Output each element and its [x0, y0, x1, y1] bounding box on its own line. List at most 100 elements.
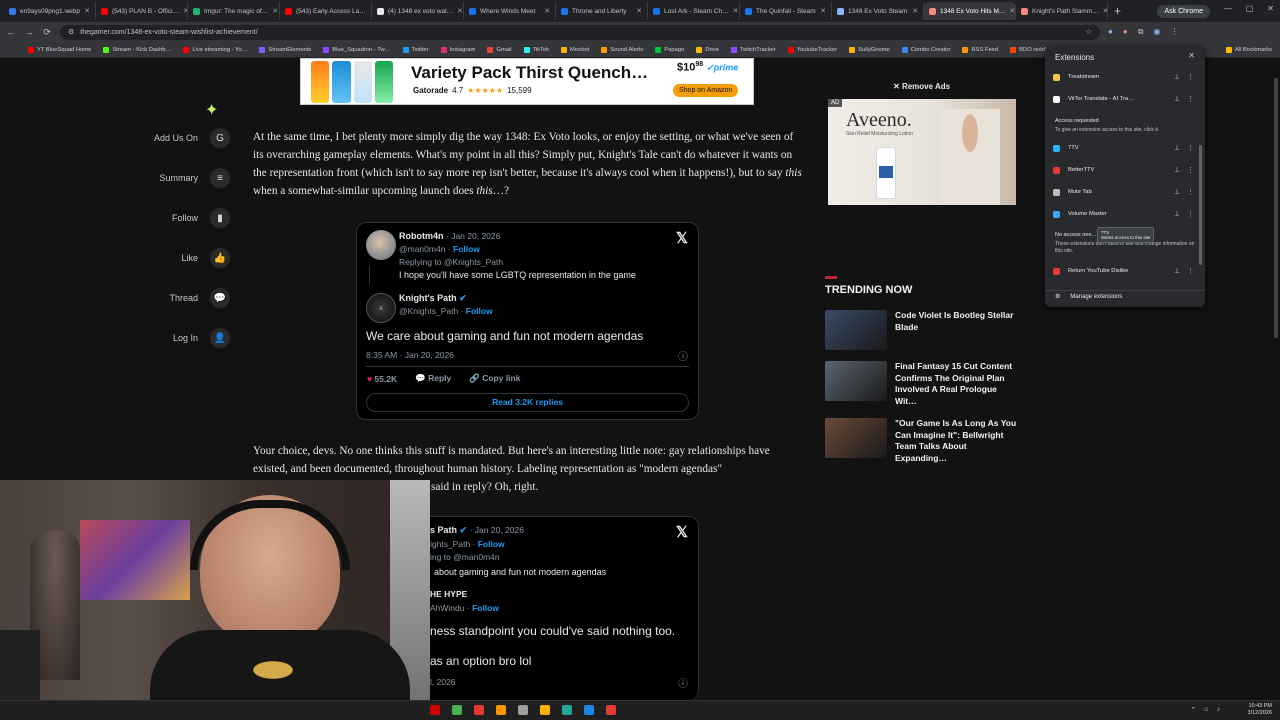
bookmark-item[interactable]: Gmail — [487, 46, 512, 53]
new-tab-button[interactable]: + — [1108, 4, 1127, 18]
copy-link-action[interactable]: 🔗 Copy link — [469, 373, 520, 384]
gatorade-ad[interactable]: Variety Pack Thirst Quench… Gatorade 4.7… — [300, 58, 754, 105]
sidebar-item-add-us-on[interactable]: Add Us On G — [154, 128, 230, 148]
taskbar-app-icon[interactable] — [430, 705, 440, 715]
close-tab-icon[interactable]: ✕ — [457, 7, 463, 15]
manage-extensions-button[interactable]: ⚙ Manage extensions — [1055, 293, 1122, 301]
reply-action[interactable]: 💬 Reply — [415, 373, 451, 384]
taskbar-app-icon[interactable] — [474, 705, 484, 715]
like-action[interactable]: ♥ 55.2K — [367, 374, 397, 384]
sidebar-item-log-in[interactable]: Log In 👤 — [173, 328, 230, 348]
tab[interactable]: en9ays09png1.webp ✕ — [4, 2, 96, 20]
more-options-icon[interactable]: ⋮ — [1187, 267, 1194, 275]
extension-icon-a[interactable]: ● — [1108, 27, 1113, 37]
taskbar-app-icon[interactable] — [452, 705, 462, 715]
bookmark-item[interactable]: Blue_Squadron - Tw… — [323, 46, 391, 53]
taskbar-app-icon[interactable] — [496, 705, 506, 715]
extension-item[interactable]: Return YouTube Dislike ⊥ ⋮ — [1053, 264, 1198, 278]
reply-author-name[interactable]: Robotm4n — [399, 231, 444, 241]
more-options-icon[interactable]: ⋮ — [1187, 166, 1194, 174]
tab[interactable]: (4) 1348 ex voto wal… ✕ — [372, 2, 464, 20]
bookmark-item[interactable]: Live streaming - Yo… — [183, 46, 247, 53]
aveeno-ad[interactable]: AD Aveeno. Skin Relief Moisturizing Loti… — [828, 99, 1016, 205]
close-tab-icon[interactable]: ✕ — [84, 7, 90, 15]
tab[interactable]: 1348 Ex Voto Hits M… ✕ — [924, 2, 1016, 20]
info-icon[interactable]: ⓘ — [678, 675, 688, 690]
tab[interactable]: Where Winds Meet ✕ — [464, 2, 556, 20]
minimize-icon[interactable]: — — [1224, 4, 1232, 13]
tab[interactable]: Lost Ark - Steam Ch… ✕ — [648, 2, 740, 20]
bookmark-star-icon[interactable]: ☆ — [1086, 28, 1092, 36]
tab[interactable]: The Quinfall - Steam ✕ — [740, 2, 832, 20]
bookmark-item[interactable]: RSS Feed — [962, 46, 998, 53]
taskbar-app-icon[interactable] — [562, 705, 572, 715]
profile-icon[interactable]: ◉ — [1153, 27, 1160, 37]
bookmark-item[interactable]: Drive — [696, 46, 719, 53]
trending-item[interactable]: Code Violet Is Bootleg Stellar Blade — [825, 310, 1020, 350]
tab[interactable]: 1348 Ex Voto Steam ✕ — [832, 2, 924, 20]
sidebar-item-follow[interactable]: Follow ▮ — [172, 208, 230, 228]
bookmark-item[interactable]: Twitter — [402, 46, 429, 53]
info-icon[interactable]: ⓘ — [678, 348, 688, 363]
extension-item[interactable]: Mute Tab ⊥ ⋮ — [1053, 185, 1198, 199]
close-tab-icon[interactable]: ✕ — [1009, 7, 1015, 15]
taskbar-app-icon[interactable] — [540, 705, 550, 715]
trending-item[interactable]: Final Fantasy 15 Cut Content Confirms Th… — [825, 361, 1020, 407]
follow-button[interactable]: Follow — [466, 306, 493, 316]
pin-icon[interactable]: ⊥ — [1174, 210, 1180, 218]
bookmark-item[interactable]: Instagram — [440, 46, 475, 53]
bookmark-item[interactable]: BDO reddit — [1010, 46, 1048, 53]
volume-icon[interactable]: ♪ — [1217, 706, 1221, 714]
site-info-icon[interactable]: ⚙ — [68, 28, 74, 36]
back-icon[interactable]: ← — [6, 27, 16, 37]
tab[interactable]: (543) Early Access La…✕ — [280, 2, 372, 20]
forward-icon[interactable]: → — [24, 27, 34, 37]
maximize-icon[interactable]: ▢ — [1246, 4, 1254, 13]
bookmark-item[interactable]: StreamElements — [259, 46, 311, 53]
extension-item[interactable]: 7TV ⊥ ⋮ — [1053, 141, 1198, 155]
close-tab-icon[interactable]: ✕ — [912, 7, 918, 15]
tab[interactable]: (543) PLAN B - Offici…✕ — [96, 2, 188, 20]
embedded-tweet[interactable]: Robotm4n · Jan 20, 2026 @man0m4n · Follo… — [356, 222, 699, 420]
close-tab-icon[interactable]: ✕ — [544, 7, 550, 15]
taskbar-app-icon[interactable] — [606, 705, 616, 715]
more-options-icon[interactable]: ⋮ — [1187, 144, 1194, 152]
more-options-icon[interactable]: ⋮ — [1187, 73, 1194, 81]
all-bookmarks-folder[interactable]: All Bookmarks — [1225, 46, 1272, 53]
pin-icon[interactable]: ⊥ — [1174, 188, 1180, 196]
panel-scrollbar[interactable] — [1199, 145, 1202, 265]
sidebar-item-like[interactable]: Like 👍 — [181, 248, 230, 268]
shop-on-amazon-button[interactable]: Shop on Amazon — [673, 84, 739, 97]
pin-icon[interactable]: ⊥ — [1174, 267, 1180, 275]
extension-item[interactable]: Treatstream ⊥ ⋮ — [1053, 70, 1198, 84]
ask-chrome-button[interactable]: Ask Chrome — [1157, 4, 1210, 18]
chevron-up-icon[interactable]: ⌃ — [1190, 706, 1196, 714]
pin-icon[interactable]: ⊥ — [1174, 144, 1180, 152]
close-icon[interactable]: ✕ — [1267, 4, 1274, 13]
tab[interactable]: Throne and Liberty ✕ — [556, 2, 648, 20]
taskbar-app-icon[interactable] — [518, 705, 528, 715]
sidebar-item-thread[interactable]: Thread 💬 — [169, 288, 230, 308]
follow-button[interactable]: Follow — [472, 603, 499, 613]
address-bar[interactable]: ⚙ thegamer.com/1348-ex-voto-steam-wishli… — [60, 24, 1100, 40]
tweet-time[interactable]: l, 2026 — [430, 677, 456, 687]
trending-item[interactable]: "Our Game Is As Long As You Can Imagine … — [825, 418, 1020, 464]
author-name-2[interactable]: HE HYPE — [430, 589, 467, 599]
bookmark-item[interactable]: YoutubeTracker — [787, 46, 837, 53]
x-logo-icon[interactable]: 𝕏 — [676, 229, 688, 247]
close-icon[interactable]: ✕ — [1188, 51, 1195, 60]
author-name[interactable]: s Path — [430, 525, 457, 535]
network-icon[interactable]: ⌂ — [1204, 706, 1208, 714]
bookmark-item[interactable]: Combo Creator — [901, 46, 950, 53]
bookmark-item[interactable]: Stream - Kick Dashb… — [103, 46, 171, 53]
read-replies-button[interactable]: Read 3.2K replies — [366, 393, 689, 412]
remove-ads-link[interactable]: ✕ Remove Ads — [893, 82, 950, 91]
taskbar-app-icon[interactable] — [584, 705, 594, 715]
extensions-puzzle-icon[interactable]: ⧉ — [1138, 27, 1144, 37]
pin-icon[interactable]: ⊥ — [1174, 166, 1180, 174]
follow-button[interactable]: Follow — [453, 244, 480, 254]
tab[interactable]: Knight's Path Slamm… ✕ — [1016, 2, 1108, 20]
bookmark-item[interactable]: TikTok — [523, 46, 549, 53]
sidebar-item-summary[interactable]: Summary ≡ — [159, 168, 230, 188]
more-options-icon[interactable]: ⋮ — [1187, 210, 1194, 218]
